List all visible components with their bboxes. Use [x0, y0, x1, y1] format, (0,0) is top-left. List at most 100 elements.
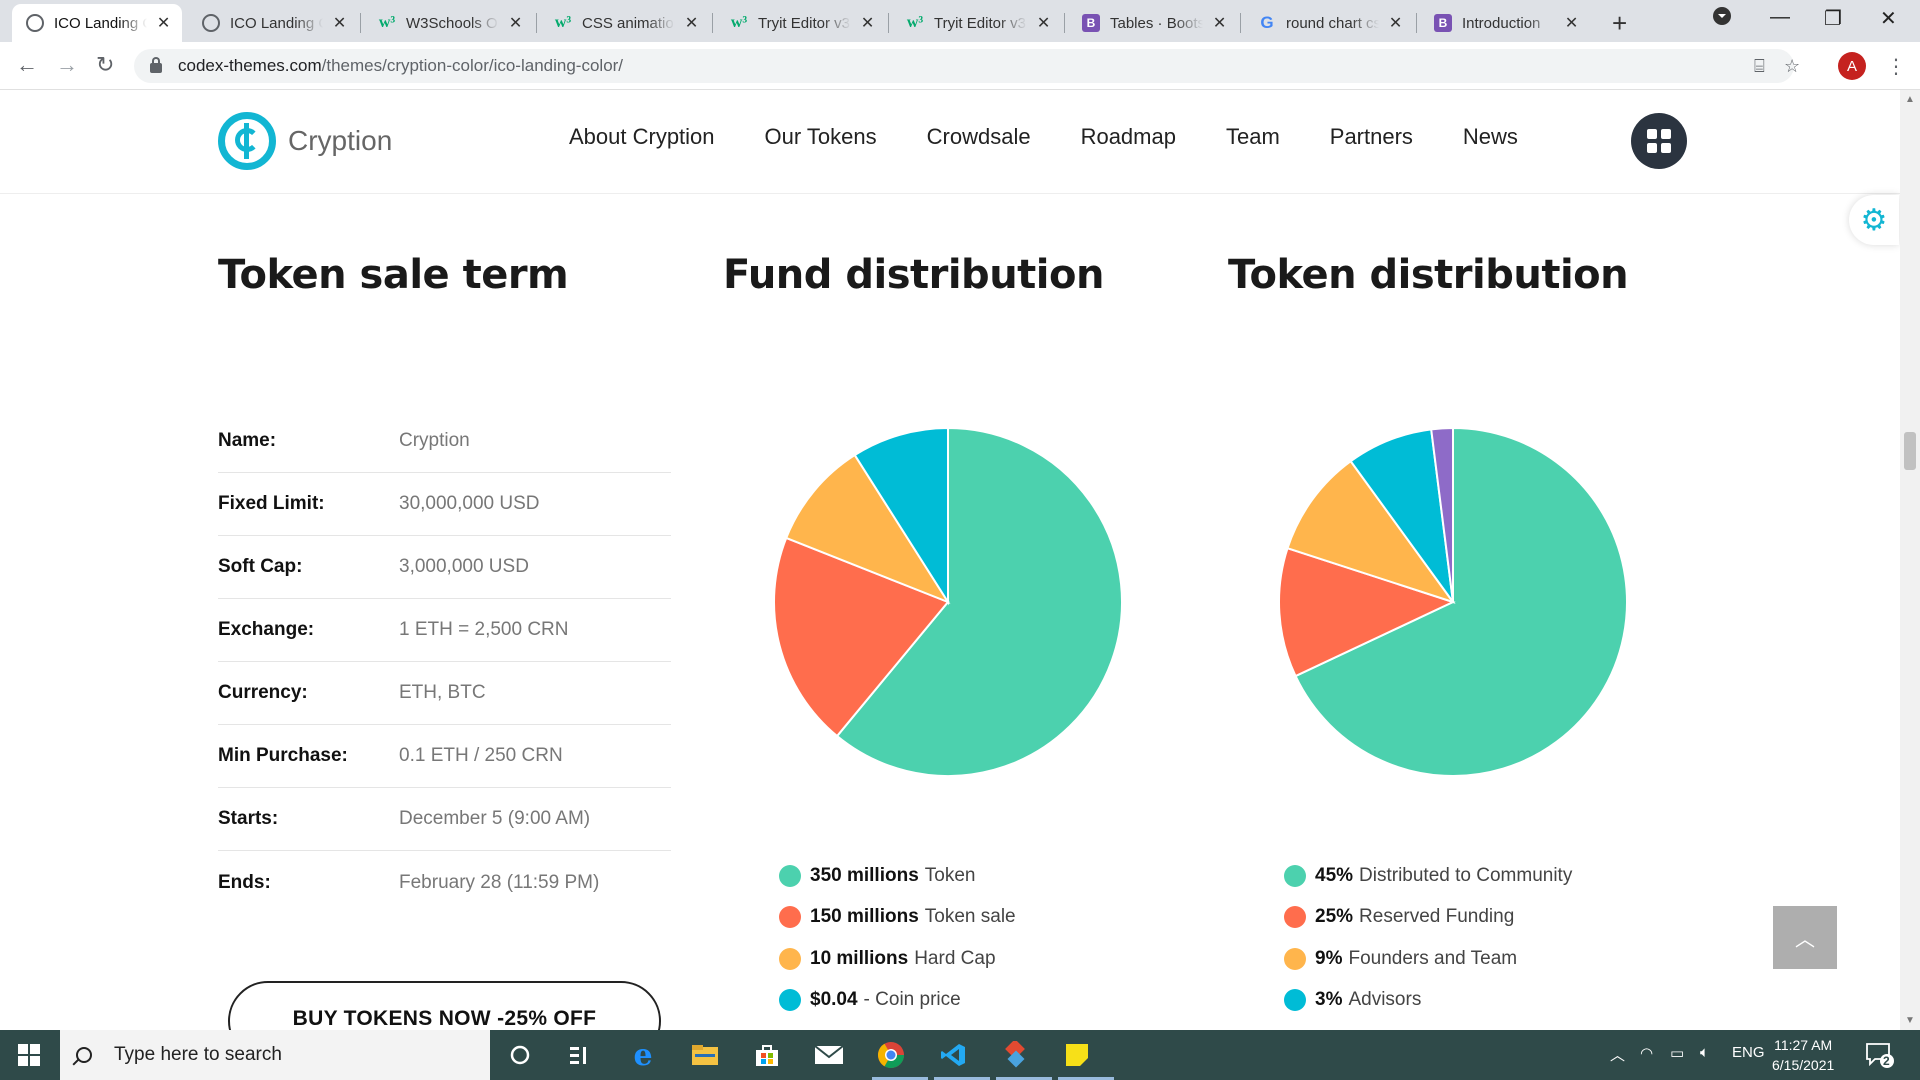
term-label: Currency:	[218, 682, 308, 703]
minimize-button[interactable]: —	[1770, 6, 1790, 29]
input-language[interactable]: ENG	[1732, 1044, 1765, 1061]
browser-tab[interactable]: w³ Tryit Editor v3.6 ✕	[716, 4, 886, 42]
tab-close-icon[interactable]: ✕	[859, 13, 876, 33]
legend-value: 25%	[1315, 906, 1354, 928]
url-field[interactable]: codex-themes.com/themes/cryption-color/i…	[134, 49, 1800, 83]
chrome-icon[interactable]	[876, 1040, 906, 1070]
browser-menu-icon[interactable]: ⋮	[1886, 54, 1906, 79]
tab-close-icon[interactable]: ✕	[331, 13, 348, 33]
nav-crowdsale[interactable]: Crowdsale	[927, 124, 1031, 150]
tab-close-icon[interactable]: ✕	[1563, 13, 1580, 33]
scroll-to-top-button[interactable]: ︿	[1773, 906, 1837, 969]
site-header: Cryption About Cryption Our Tokens Crowd…	[0, 90, 1900, 194]
term-label: Exchange:	[218, 619, 315, 640]
tab-close-icon[interactable]: ✕	[1387, 13, 1404, 33]
sticky-notes-icon[interactable]	[1062, 1040, 1092, 1070]
tab-close-icon[interactable]: ✕	[155, 13, 172, 33]
legend-value: 150 millions	[810, 906, 919, 928]
new-tab-button[interactable]: +	[1612, 8, 1627, 39]
back-button[interactable]: ←	[16, 52, 38, 78]
browser-tab[interactable]: B Introduction ✕	[1420, 4, 1590, 42]
term-label: Name:	[218, 430, 277, 451]
tab-close-icon[interactable]: ✕	[683, 13, 700, 33]
google-icon: G	[1260, 13, 1274, 32]
nav-roadmap[interactable]: Roadmap	[1081, 124, 1176, 150]
show-hidden-icons-chevron-icon[interactable]: ︿	[1610, 1044, 1625, 1065]
restore-button[interactable]: ❐	[1824, 6, 1842, 31]
edge-browser-icon[interactable]: e	[628, 1038, 658, 1073]
globe-icon	[26, 14, 44, 32]
cryption-logo-icon	[218, 112, 276, 170]
tab-separator	[360, 13, 361, 33]
file-explorer-icon[interactable]	[690, 1040, 720, 1070]
url-path: /themes/cryption-color/ico-landing-color…	[321, 56, 624, 75]
browser-tab[interactable]: ICO Landing Color ✕	[12, 4, 182, 42]
vscode-icon[interactable]	[938, 1040, 968, 1070]
profile-avatar[interactable]: A	[1838, 52, 1866, 80]
close-window-button[interactable]: ✕	[1880, 6, 1897, 31]
scroll-up-arrow-icon[interactable]: ▲	[1905, 94, 1915, 105]
bookmark-star-icon[interactable]: ☆	[1784, 56, 1800, 77]
cortana-icon[interactable]	[505, 1040, 535, 1070]
term-value: December 5 (9:00 AM)	[399, 808, 591, 829]
nav-tokens[interactable]: Our Tokens	[765, 124, 877, 150]
token-distribution-legend: 45% Distributed to Community 25% Reserved …	[1284, 855, 1572, 1021]
windows-taskbar: Type here to search e ︿ ◠ ▭ 🔈︎ ENG 11:27…	[0, 1030, 1920, 1080]
term-value: Cryption	[399, 430, 470, 451]
legend-label: Distributed to Community	[1359, 864, 1573, 886]
fund-distribution-heading: Fund distribution	[723, 252, 1104, 298]
apps-grid-button[interactable]	[1631, 113, 1687, 169]
settings-gear-icon[interactable]: ⚙	[1849, 195, 1899, 245]
tab-close-icon[interactable]: ✕	[1211, 13, 1228, 33]
lock-icon	[150, 57, 162, 73]
tab-title: Tryit Editor v3.6	[758, 14, 851, 32]
scroll-down-arrow-icon[interactable]: ▼	[1905, 1015, 1915, 1026]
forward-button[interactable]: →	[56, 52, 78, 78]
git-tool-icon[interactable]	[1000, 1040, 1030, 1070]
taskbar-clock[interactable]: 11:27 AM 6/15/2021	[1772, 1035, 1834, 1075]
legend-swatch	[1284, 864, 1306, 887]
browser-tab[interactable]: ICO Landing Color ✕	[188, 4, 358, 42]
tab-close-icon[interactable]: ✕	[1035, 13, 1052, 33]
term-row: Starts: December 5 (9:00 AM)	[218, 788, 671, 851]
translate-icon[interactable]: ⌸	[1754, 56, 1765, 77]
browser-tab[interactable]: w³ CSS animation ✕	[540, 4, 710, 42]
page-scrollbar[interactable]: ▲ ▼	[1900, 90, 1920, 1030]
battery-icon[interactable]: ▭	[1670, 1044, 1684, 1062]
task-view-icon[interactable]	[565, 1040, 595, 1070]
browser-tab[interactable]: B Tables · Bootstrap ✕	[1068, 4, 1238, 42]
browser-tab[interactable]: w³ W3Schools Online ✕	[364, 4, 534, 42]
tab-title: round chart css	[1286, 14, 1380, 32]
tab-close-icon[interactable]: ✕	[507, 13, 524, 33]
nav-team[interactable]: Team	[1226, 124, 1280, 150]
network-icon[interactable]: ◠	[1640, 1044, 1653, 1062]
scrollbar-thumb[interactable]	[1904, 432, 1916, 470]
tab-title: Tryit Editor v3.6	[934, 14, 1027, 32]
browser-tab[interactable]: Ground chart css ✕	[1244, 4, 1414, 42]
mail-icon[interactable]	[814, 1040, 844, 1070]
term-row: Ends: February 28 (11:59 PM)	[218, 851, 671, 914]
nav-partners[interactable]: Partners	[1330, 124, 1413, 150]
tab-search-icon[interactable]	[1712, 6, 1732, 32]
reload-button[interactable]: ↻	[96, 52, 114, 78]
legend-item: 350 millions Token	[779, 855, 1016, 897]
volume-icon[interactable]: 🔈︎	[1700, 1044, 1709, 1061]
microsoft-store-icon[interactable]	[752, 1040, 782, 1070]
taskbar-search-box[interactable]: Type here to search	[60, 1030, 490, 1080]
browser-tab[interactable]: w³ Tryit Editor v3.6 ✕	[892, 4, 1062, 42]
url-host: codex-themes.com	[178, 56, 322, 75]
legend-label: Reserved Funding	[1359, 906, 1515, 928]
clock-date: 6/15/2021	[1772, 1057, 1835, 1073]
windows-start-icon[interactable]	[18, 1044, 40, 1066]
site-logo[interactable]: Cryption	[218, 112, 392, 170]
logo-text: Cryption	[288, 125, 393, 156]
tab-separator	[536, 13, 537, 33]
notification-count: 2	[1883, 1054, 1890, 1068]
notifications-icon[interactable]	[1865, 1042, 1895, 1072]
nav-about[interactable]: About Cryption	[569, 124, 715, 150]
legend-label: Advisors	[1348, 989, 1422, 1011]
legend-swatch	[779, 989, 801, 1012]
legend-value: 3%	[1315, 989, 1343, 1011]
tab-separator	[712, 13, 713, 33]
nav-news[interactable]: News	[1463, 124, 1518, 150]
